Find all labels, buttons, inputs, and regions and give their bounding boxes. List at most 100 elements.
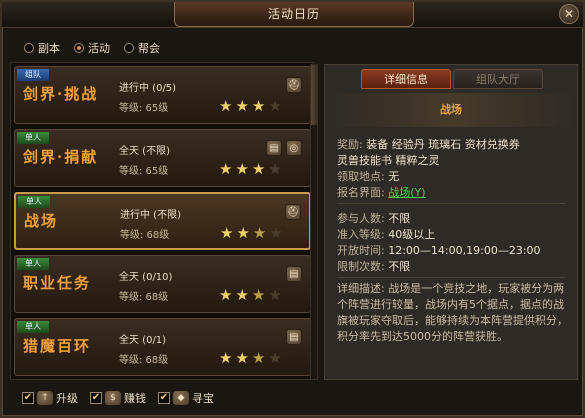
signup-label: 报名界面:: [337, 186, 385, 199]
checkbox-label: 寻宝: [192, 392, 214, 405]
activity-tag: 单人: [17, 258, 49, 270]
time-label: 开放时间:: [337, 244, 385, 257]
filter-radio-0[interactable]: 副本: [24, 40, 60, 56]
activity-name: 剑界·挑战: [23, 85, 99, 103]
activity-icons: ▤ ◎: [266, 140, 302, 156]
activity-name: 战场: [24, 212, 59, 230]
star-icon: ★: [251, 349, 266, 367]
category-filter: 副本 活动 帮会: [24, 40, 160, 56]
upgrade-icon: ↑: [37, 391, 53, 405]
scrollbar-thumb[interactable]: [311, 65, 317, 125]
activity-item[interactable]: 单人 职业任务 全天 (0/10) 等级: 68级 ★ ★ ★ ★ ▤: [14, 255, 311, 313]
star-icon: ★: [268, 97, 282, 115]
difficulty-stars: ★ ★ ★ ★: [219, 349, 282, 367]
star-icon: ★: [268, 160, 282, 178]
star-icon: ★: [269, 224, 283, 242]
star-icon: ★: [219, 286, 233, 304]
reward-items-line1: 装备 经验丹 琉璃石 资材兑换券: [366, 138, 520, 151]
activity-status: 全天 (不限): [119, 146, 170, 157]
activity-item[interactable]: 单人战场 进行中 (不限) 等级: 68级 ★ ★ ★ ★ ⛑: [14, 192, 311, 250]
star-icon: ★: [220, 224, 234, 242]
goal-checkbox[interactable]: ✔ $ 赚钱: [90, 390, 146, 406]
difficulty-stars: ★ ★ ★ ★: [220, 224, 283, 242]
location-label: 领取地点:: [337, 170, 385, 183]
helmet-icon: ⛑: [286, 77, 302, 93]
star-icon: ★: [235, 97, 249, 115]
star-icon: ★: [219, 97, 233, 115]
activity-icons: ▤: [286, 329, 302, 345]
activity-description: 详细描述: 战场是一个竞技之地，玩家被分为两个阵营进行较量，战场内有5个据点，据…: [337, 282, 568, 343]
filter-label: 帮会: [138, 42, 160, 55]
window-title: 活动日历: [174, 2, 414, 27]
activity-level: 等级: 65级: [119, 103, 169, 114]
participants-value: 不限: [388, 212, 411, 225]
activity-icons: ⛑: [285, 204, 301, 220]
activity-item[interactable]: 组队 剑界·挑战 进行中 (0/5) 等级: 65级 ★ ★ ★ ★ ⛑: [14, 66, 311, 124]
goal-checkbox[interactable]: ✔ ◆ 寻宝: [158, 390, 214, 406]
activity-tag: 单人: [18, 196, 50, 208]
difficulty-stars: ★ ★ ★ ★: [219, 97, 282, 115]
money-bag-icon: $: [105, 391, 121, 405]
activity-tag: 单人: [17, 132, 49, 144]
star-icon: ★: [219, 349, 233, 367]
signup-link[interactable]: 战场(Y): [388, 186, 425, 199]
detail-divider: [337, 277, 565, 278]
activity-name: 职业任务: [23, 274, 92, 292]
requirements-section: 参与人数: 不限 准入等级: 40级以上 开放时间: 12:00—14:00,1…: [337, 211, 541, 275]
checkbox-label: 升级: [56, 392, 78, 405]
goal-checkbox[interactable]: ✔ ↑ 升级: [22, 390, 78, 406]
reward-label: 奖励:: [337, 138, 363, 151]
scroll-icon: ▤: [286, 266, 302, 282]
level-value: 40级以上: [388, 228, 436, 241]
checkbox-box[interactable]: ✔: [22, 392, 34, 404]
close-button[interactable]: ✕: [559, 4, 579, 24]
goal-filter-bar: ✔ ↑ 升级 ✔ $ 赚钱 ✔ ◆ 寻宝: [22, 390, 214, 406]
activity-name: 猎魔百环: [23, 337, 92, 355]
detail-panel: 详细信息 组队大厅 战场 奖励: 装备 经验丹 琉璃石 资材兑换券 灵兽技能书 …: [324, 64, 578, 380]
helmet-icon: ⛑: [285, 204, 301, 220]
radio-dot[interactable]: [124, 43, 134, 53]
activity-tag: 组队: [17, 69, 49, 81]
difficulty-stars: ★ ★ ★ ★: [219, 286, 282, 304]
activity-icons: ▤: [286, 266, 302, 282]
activity-list-scrollbar[interactable]: [310, 64, 318, 380]
radio-dot[interactable]: [24, 43, 34, 53]
activity-status: 全天 (0/1): [119, 335, 167, 346]
activity-item[interactable]: 单人 猎魔百环 全天 (0/1) 等级: 68级 ★ ★ ★ ★ ▤: [14, 318, 311, 376]
title-bar[interactable]: 活动日历 ✕: [2, 2, 583, 28]
star-icon: ★: [236, 224, 250, 242]
location-value: 无: [388, 170, 400, 183]
checkbox-box[interactable]: ✔: [90, 392, 102, 404]
radio-dot[interactable]: [74, 43, 84, 53]
activity-name: 剑界·捐献: [23, 148, 99, 166]
limit-value: 不限: [388, 260, 411, 273]
limit-label: 限制次数:: [337, 260, 385, 273]
activity-item[interactable]: 单人 剑界·捐献 全天 (不限) 等级: 65级 ★ ★ ★ ★ ▤ ◎: [14, 129, 311, 187]
detail-activity-name: 战场: [325, 93, 577, 127]
time-value: 12:00—14:00,19:00—23:00: [388, 244, 541, 257]
treasure-icon: ◆: [173, 391, 189, 405]
filter-label: 副本: [38, 42, 60, 55]
activity-status: 进行中 (0/5): [119, 83, 177, 94]
scroll-icon: ▤: [286, 329, 302, 345]
filter-radio-1[interactable]: 活动: [74, 40, 110, 56]
coins-icon: ◎: [286, 140, 302, 156]
filter-radio-2[interactable]: 帮会: [124, 40, 160, 56]
checkbox-box[interactable]: ✔: [158, 392, 170, 404]
activity-status: 全天 (0/10): [119, 272, 173, 283]
tab-team-lobby[interactable]: 组队大厅: [453, 69, 543, 89]
activity-status: 进行中 (不限): [120, 210, 181, 221]
star-icon: ★: [235, 160, 249, 178]
star-icon: ★: [219, 160, 233, 178]
activity-list-scroll: 组队 剑界·挑战 进行中 (0/5) 等级: 65级 ★ ★ ★ ★ ⛑ 单人 剑界·捐献 全天 (不…: [14, 66, 312, 378]
scroll-icon: ▤: [266, 140, 282, 156]
tab-details[interactable]: 详细信息: [361, 69, 451, 89]
activity-tag: 单人: [17, 321, 49, 333]
detail-divider: [337, 203, 565, 204]
activity-level: 等级: 68级: [120, 230, 170, 241]
star-icon: ★: [251, 160, 266, 178]
star-icon: ★: [251, 97, 266, 115]
reward-section: 奖励: 装备 经验丹 琉璃石 资材兑换券 灵兽技能书 精粹之灵 领取地点: 无 …: [337, 137, 520, 201]
star-icon: ★: [235, 286, 249, 304]
level-label: 准入等级:: [337, 228, 385, 241]
